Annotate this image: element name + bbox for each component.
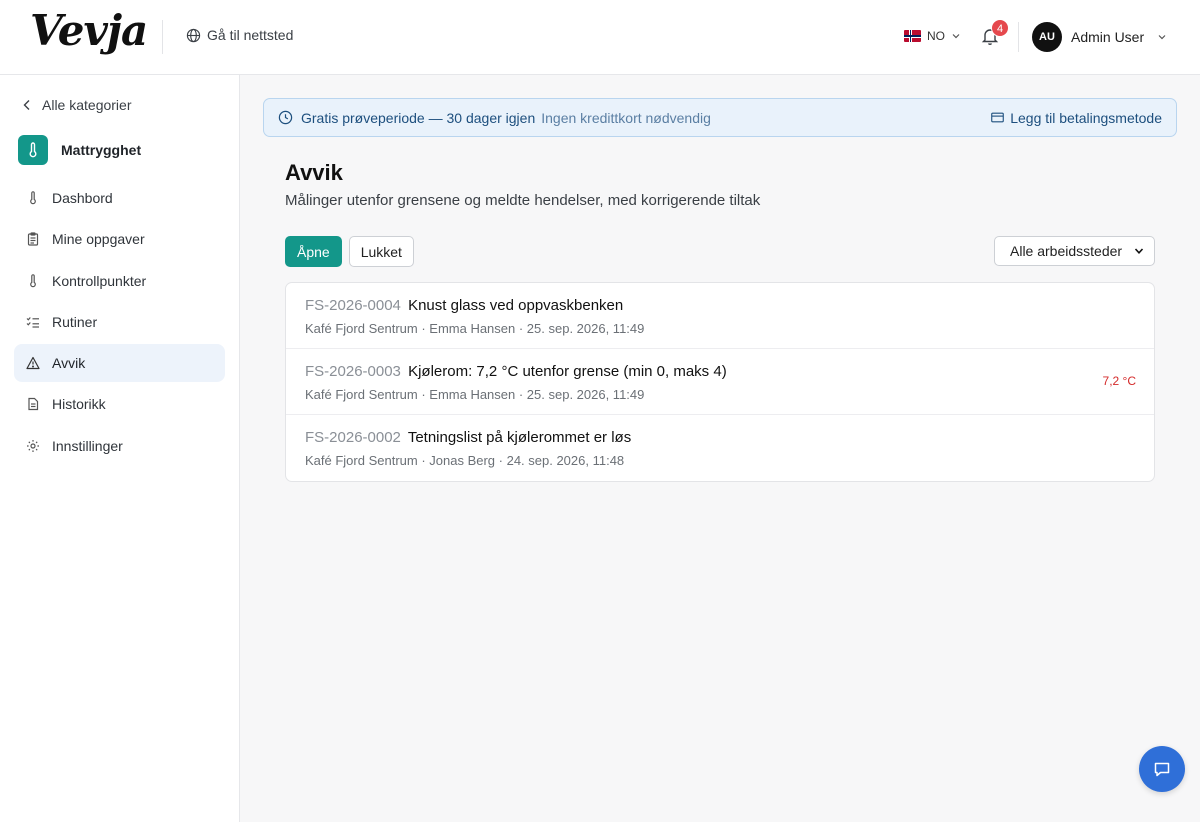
sidebar-item-label: Dashbord [52,190,113,206]
deviation-meta: Kafé Fjord Sentrum · Emma Hansen · 25. s… [305,321,645,336]
divider [162,20,163,54]
list-item[interactable]: FS-2026-0004 Knust glass ved oppvaskbenk… [286,283,1154,349]
category-icon [18,135,48,165]
trial-banner-title: Gratis prøveperiode — 30 dager igjen [301,109,536,126]
sidebar-item-rutiner[interactable]: Rutiner [14,303,225,341]
credit-card-icon [991,112,1005,123]
deviation-id: FS-2026-0003 [305,363,401,380]
deviation-list: FS-2026-0004 Knust glass ved oppvaskbenk… [285,282,1155,482]
deviation-title: Tetningslist på kjølerommet er løs [407,429,632,446]
sidebar-item-avvik[interactable]: Avvik [14,344,225,383]
chat-bubble-icon [1154,762,1170,777]
sidebar-item-historikk[interactable]: Historikk [14,385,225,423]
sidebar-item-label: Kontrollpunkter [52,272,147,289]
add-payment-method-label: Legg til betalingsmetode [1010,109,1162,126]
sidebar-item-kontrollpunkter[interactable]: Kontrollpunkter [14,262,225,300]
chat-button[interactable] [1139,746,1185,792]
chevron-down-icon [952,34,960,39]
trial-banner: Gratis prøveperiode — 30 dager igjen Ing… [263,98,1177,137]
deviation-id: FS-2026-0002 [305,429,401,446]
divider [1018,22,1019,52]
user-name: Admin User [1071,29,1145,45]
deviation-meta: Kafé Fjord Sentrum · Jonas Berg · 24. se… [305,453,625,468]
tab-closed[interactable]: Lukket [348,236,414,267]
deviation-heading: FS-2026-0002 Tetningslist på kjølerommet… [305,429,631,446]
workplace-filter-value: Alle arbeidssteder [1010,243,1123,259]
document-icon [28,398,39,411]
deviation-title: Kjølerom: 7,2 °C utenfor grense (min 0, … [408,363,727,380]
sidebar-item-dashbord[interactable]: Dashbord [14,179,225,217]
notifications-button[interactable]: 4 [980,19,1009,48]
workplace-filter-select[interactable]: Alle arbeidssteder [994,236,1155,266]
top-header: Vevja Gå til nettsted NO 4 AU Admin User [0,0,1200,75]
category-name: Mattrygghet [61,142,142,158]
goto-site-label: Gå til nettsted [207,27,294,43]
sidebar-item-innstillinger[interactable]: Innstillinger [14,427,225,465]
user-menu[interactable]: AU Admin User [1032,22,1167,52]
page-subtitle: Målinger utenfor grensene og meldte hend… [285,192,761,209]
deviation-title: Knust glass ved oppvaskbenken [408,297,624,314]
sidebar-item-mine-oppgaver[interactable]: Mine oppgaver [14,220,225,258]
language-label: NO [927,29,945,43]
checklist-icon [26,316,39,328]
trial-banner-subtitle: Ingen kredittkort nødvendig [541,109,711,126]
list-item[interactable]: FS-2026-0002 Tetningslist på kjølerommet… [286,415,1154,481]
sidebar-item-label: Avvik [52,355,86,372]
sidebar-item-label: Innstillinger [52,437,123,454]
thermometer-icon [30,273,36,287]
notification-count-badge: 4 [991,19,1009,37]
deviation-id: FS-2026-0004 [305,297,401,314]
back-to-categories-link[interactable]: Alle kategorier [22,97,132,113]
logo[interactable]: Vevja [30,6,148,55]
back-label: Alle kategorier [42,97,132,113]
thermometer-icon [30,191,36,205]
list-item[interactable]: FS-2026-0003 Kjølerom: 7,2 °C utenfor gr… [286,349,1154,415]
goto-site-link[interactable]: Gå til nettsted [186,27,293,43]
sidebar: Alle kategorier Mattrygghet Dashbord Min… [0,75,240,822]
clock-icon [278,110,293,125]
deviation-heading: FS-2026-0003 Kjølerom: 7,2 °C utenfor gr… [305,363,727,380]
avatar: AU [1032,22,1062,52]
language-selector[interactable]: NO [904,29,961,43]
gear-icon [27,439,39,452]
chevron-down-icon [1158,35,1166,40]
norway-flag-icon [904,30,921,42]
tab-open[interactable]: Åpne [285,236,342,267]
status-tabs: Åpne Lukket [285,236,414,267]
thermometer-icon [29,142,37,158]
deviation-meta: Kafé Fjord Sentrum · Emma Hansen · 25. s… [305,387,645,402]
sidebar-item-label: Mine oppgaver [52,231,145,248]
sidebar-item-label: Rutiner [52,313,98,330]
category-header: Mattrygghet [18,135,141,165]
measured-value: 7,2 °C [1102,374,1136,388]
sidebar-nav: Dashbord Mine oppgaver Kontrollpunkter R… [14,179,225,468]
clipboard-icon [27,232,39,246]
deviation-heading: FS-2026-0004 Knust glass ved oppvaskbenk… [305,297,623,314]
warning-triangle-icon [26,357,40,370]
page-title: Avvik [285,160,343,185]
chevron-left-icon [23,100,30,110]
chevron-down-icon [1134,248,1144,254]
sidebar-item-label: Historikk [52,396,106,413]
globe-icon [186,28,201,42]
add-payment-method-link[interactable]: Legg til betalingsmetode [991,110,1162,126]
